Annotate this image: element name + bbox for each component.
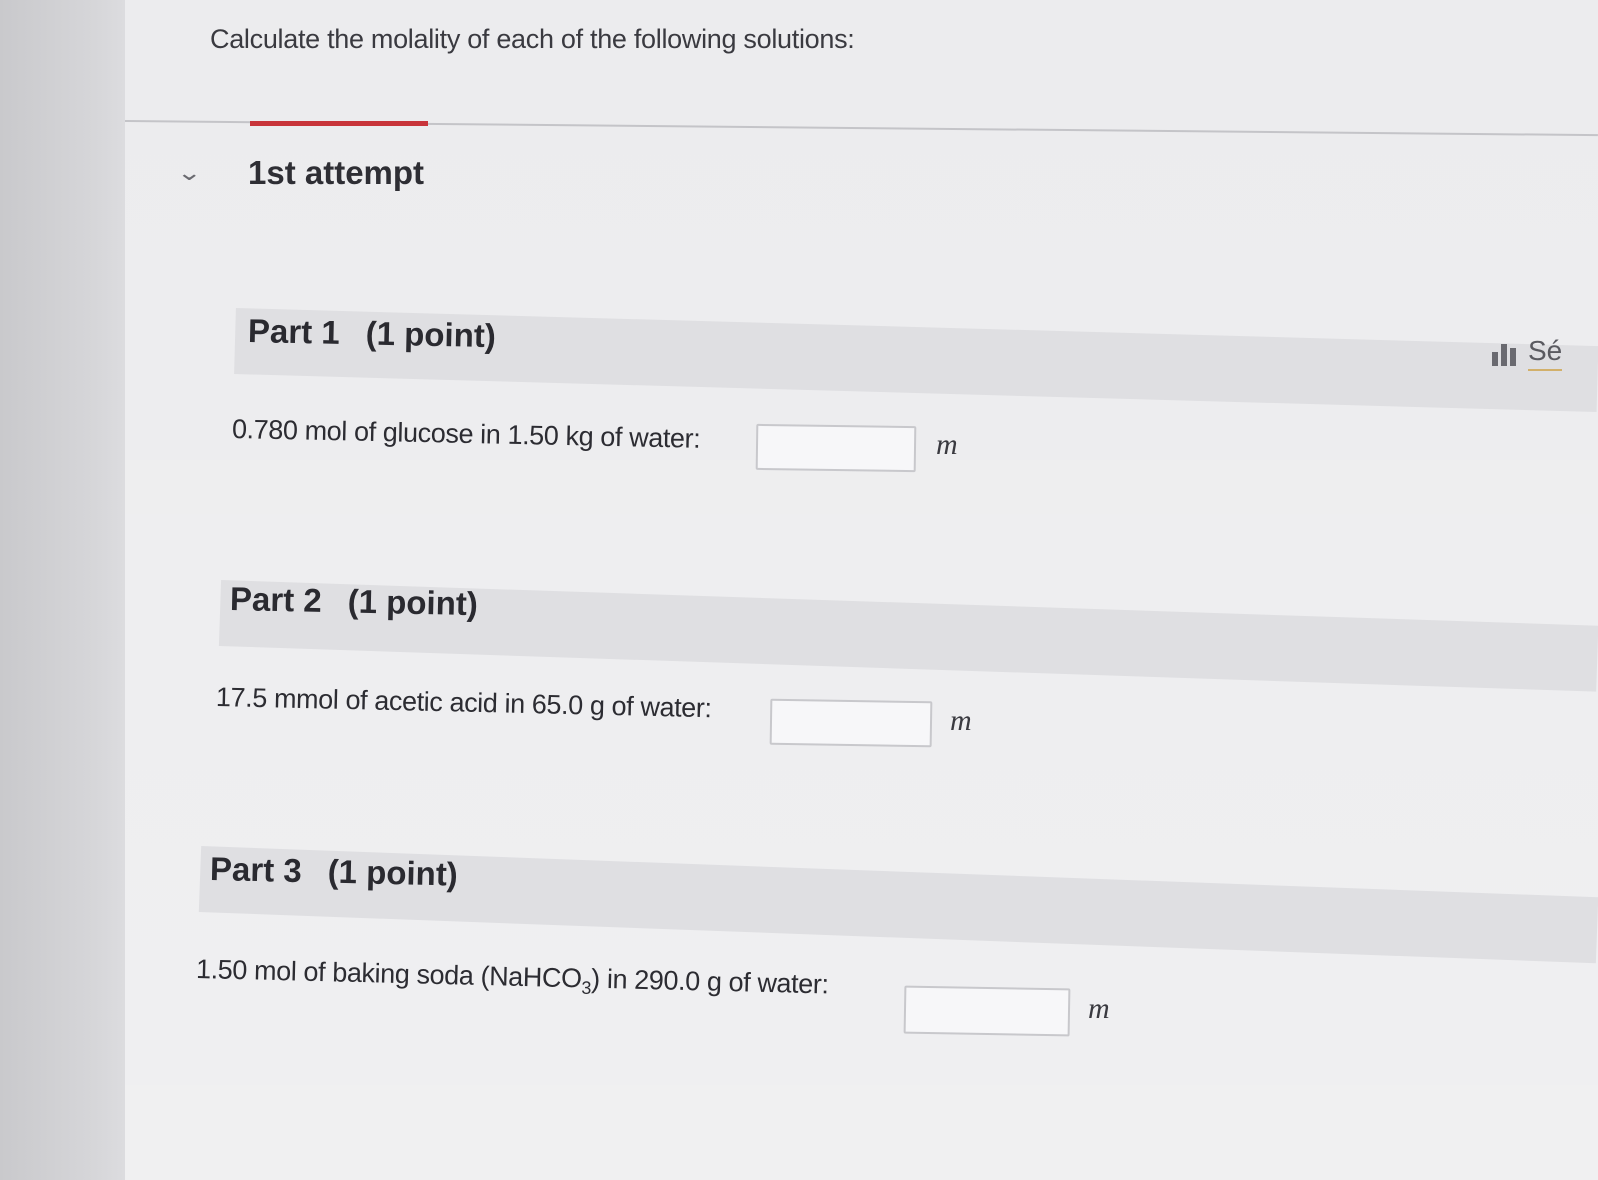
part-3-unit: m: [1088, 992, 1110, 1025]
attempt-label[interactable]: 1st attempt: [248, 154, 424, 192]
attempt-tab-indicator: [250, 121, 428, 126]
bar-chart-icon: [1492, 340, 1522, 366]
part-3-points: (1 point): [327, 852, 459, 893]
question-text: Calculate the molality of each of the fo…: [210, 24, 855, 54]
part-1-answer-input[interactable]: [755, 423, 917, 473]
part-2-label: Part 2: [229, 580, 323, 619]
part-2-unit: m: [950, 704, 972, 737]
left-gutter: [0, 0, 135, 1180]
side-tool-link[interactable]: Sé: [1492, 335, 1563, 371]
part-3-title: Part 3 (1 point): [210, 850, 459, 894]
part-2-title: Part 2 (1 point): [230, 580, 479, 623]
side-tool-label: Sé: [1528, 335, 1563, 371]
part-1-label: Part 1: [247, 312, 341, 351]
chevron-down-icon[interactable]: ⌄: [176, 160, 202, 186]
part-1-unit: m: [936, 428, 958, 461]
part-2-answer-input[interactable]: [769, 698, 933, 748]
part-3-label: Part 3: [209, 850, 303, 890]
part-1-points: (1 point): [365, 314, 497, 355]
part-3-answer-input[interactable]: [903, 985, 1071, 1037]
part-2-points: (1 point): [347, 582, 479, 623]
part-1-title: Part 1 (1 point): [248, 312, 497, 355]
